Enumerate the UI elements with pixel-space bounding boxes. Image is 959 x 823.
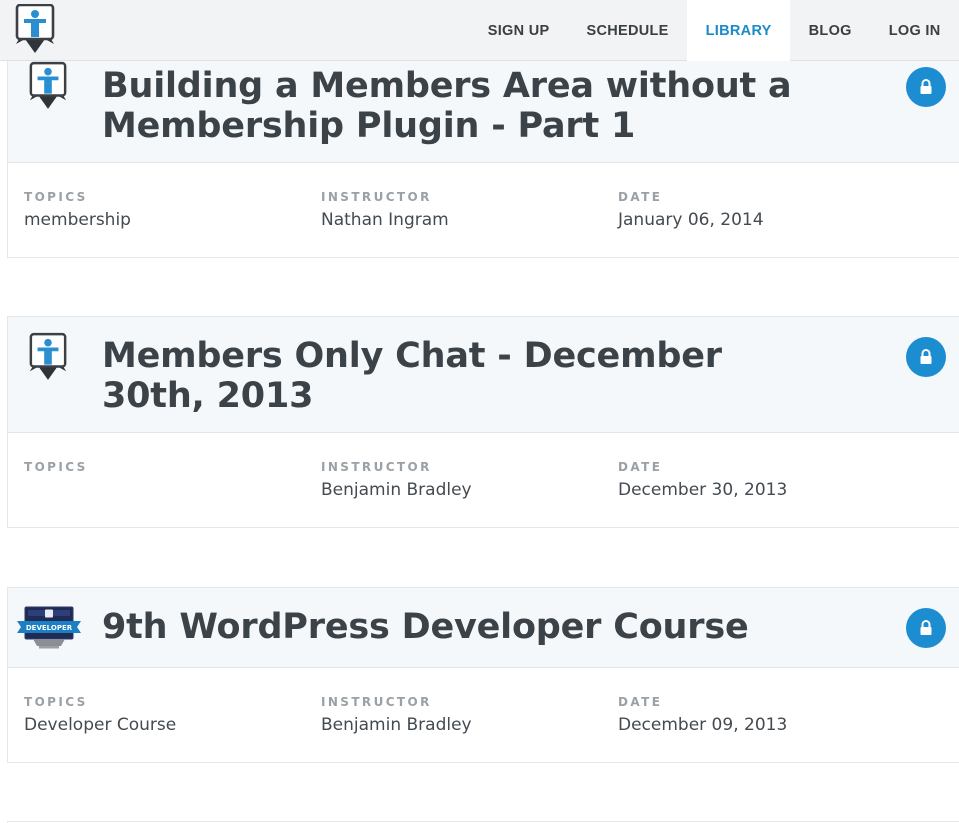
topics-label: TOPICS	[24, 460, 88, 474]
library-item-title[interactable]: 9th WordPress Developer Course	[102, 607, 801, 647]
topics-label: TOPICS	[24, 190, 88, 204]
nav-log-in[interactable]: LOG IN	[870, 0, 959, 61]
date-value: December 09, 2013	[618, 715, 788, 735]
main-nav: SIGN UP SCHEDULE LIBRARY BLOG LOG IN	[469, 0, 959, 61]
library-item: Members Only Chat - December 30th, 2013 …	[7, 316, 959, 528]
nav-library[interactable]: LIBRARY	[687, 0, 791, 61]
instructor-label: INSTRUCTOR	[321, 190, 432, 204]
lock-icon[interactable]	[906, 67, 946, 107]
library-item-meta: TOPICS Developer Course INSTRUCTOR Benja…	[8, 668, 959, 762]
nav-sign-up[interactable]: SIGN UP	[469, 0, 568, 61]
instructor-label: INSTRUCTOR	[321, 460, 432, 474]
topics-value[interactable]: membership	[24, 210, 131, 230]
date-label: DATE	[618, 695, 663, 709]
instructor-value[interactable]: Benjamin Bradley	[321, 480, 472, 500]
date-label: DATE	[618, 190, 663, 204]
instructor-label: INSTRUCTOR	[321, 695, 432, 709]
ithemes-mascot-icon	[28, 61, 68, 111]
library-item-header: Members Only Chat - December 30th, 2013	[8, 317, 959, 433]
date-label: DATE	[618, 460, 663, 474]
ithemes-logo-icon[interactable]	[14, 3, 56, 54]
instructor-value[interactable]: Nathan Ingram	[321, 210, 449, 230]
date-value: December 30, 2013	[618, 480, 788, 500]
topics-value[interactable]: Developer Course	[24, 715, 176, 735]
lock-icon[interactable]	[906, 337, 946, 377]
date-value: January 06, 2014	[618, 210, 764, 230]
library-item-title[interactable]: Building a Members Area without a Member…	[102, 66, 801, 146]
library-item-header: DEVELOPER 9th WordPress Developer Course	[8, 588, 959, 668]
library-item: DEVELOPER 9th WordPress Developer Course…	[7, 587, 959, 763]
nav-blog[interactable]: BLOG	[790, 0, 870, 61]
site-header: SIGN UP SCHEDULE LIBRARY BLOG LOG IN	[0, 0, 959, 61]
library-item-meta: TOPICS INSTRUCTOR Benjamin Bradley DATE …	[8, 433, 959, 527]
library-item-title[interactable]: Members Only Chat - December 30th, 2013	[102, 336, 801, 416]
lock-icon[interactable]	[906, 608, 946, 648]
ithemes-mascot-icon	[28, 332, 68, 382]
nav-schedule[interactable]: SCHEDULE	[568, 0, 687, 61]
developer-badge-text: DEVELOPER	[26, 624, 73, 632]
topics-label: TOPICS	[24, 695, 88, 709]
developer-course-icon: DEVELOPER	[17, 606, 81, 650]
instructor-value[interactable]: Benjamin Bradley	[321, 715, 472, 735]
library-item-meta: TOPICS membership INSTRUCTOR Nathan Ingr…	[8, 163, 959, 257]
